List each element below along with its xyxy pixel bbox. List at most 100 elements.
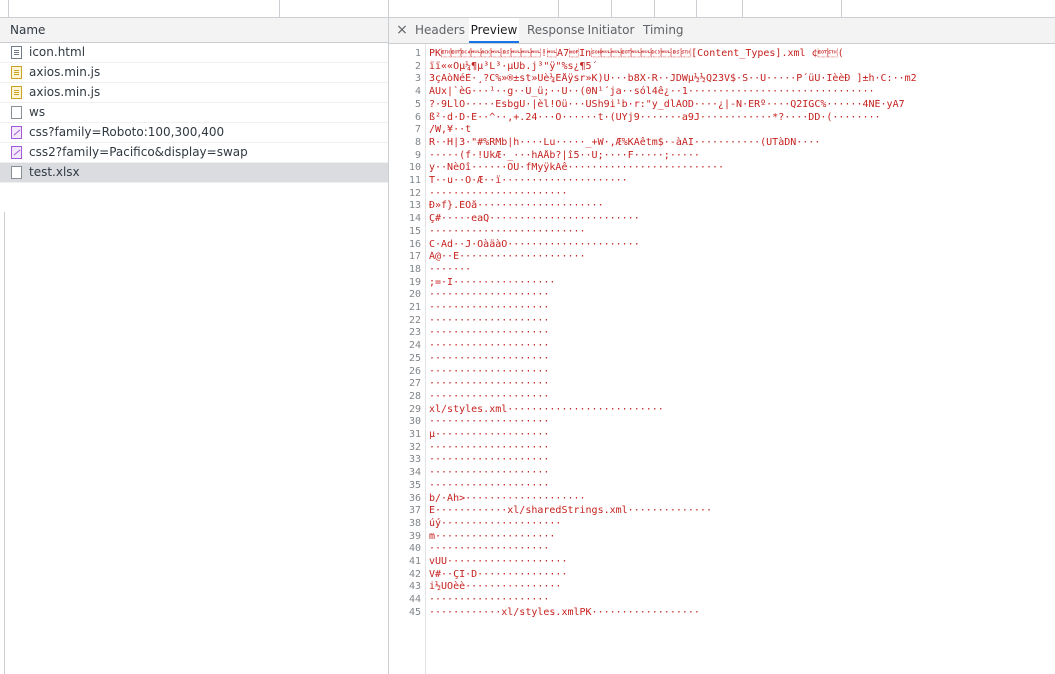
line-number: 12 — [408, 187, 421, 199]
tab-response[interactable]: Response — [527, 18, 585, 43]
response-line: ···················· — [429, 289, 550, 301]
request-row-test-xlsx[interactable]: test.xlsx — [0, 163, 388, 183]
js-file-icon — [11, 66, 22, 79]
line-number: 40 — [408, 543, 421, 555]
line-number: 5 — [414, 98, 421, 110]
toolbar-divider — [742, 0, 743, 17]
tab-initiator[interactable]: Initiator — [587, 18, 635, 43]
list-gutter-line — [4, 212, 5, 674]
request-row-icon-html[interactable]: icon.html — [0, 43, 388, 63]
response-line: PK     ! A7Ïn     [Content_Ty… — [429, 48, 844, 59]
name-column-header[interactable]: Name — [0, 18, 388, 43]
response-line: ···················· — [429, 594, 550, 606]
response-line: vÚÛ···················· — [429, 556, 568, 567]
response-line: ?·9LlÒ·····EsbgU·|èl!Òü···USh9i¹b·r:"y_d… — [429, 98, 905, 110]
line-number: 27 — [408, 378, 421, 390]
line-number: 34 — [408, 467, 421, 479]
request-row-css-roboto[interactable]: css?family=Roboto:100,300,400 — [0, 123, 388, 143]
top-toolbar-strip — [0, 0, 1055, 18]
response-line: R··H|3·"#%RMb|h····Lu·····_+W·,Æ%KÀêtm$·… — [429, 136, 821, 148]
response-line: ·························· — [429, 225, 586, 237]
response-line: V#··ÇI·D··············· — [429, 568, 568, 580]
response-line: ·····(f·!UkÆ·_···hAÅb?|î5··U;····F·····;… — [429, 149, 700, 161]
response-line: ···················· — [429, 416, 550, 428]
response-line: ······················· — [429, 187, 568, 199]
response-line: ···················· — [429, 479, 550, 491]
toolbar-divider — [654, 0, 655, 17]
response-line: T··u··Ö·Æ··ï····················· — [429, 175, 628, 186]
line-number: 37 — [408, 505, 421, 517]
request-detail-pane: × Headers Preview Response Initiator Tim… — [389, 18, 1055, 674]
line-number: 22 — [408, 314, 421, 326]
line-number: 14 — [408, 213, 421, 225]
response-line: ···················· — [429, 441, 550, 453]
detail-tab-bar: × Headers Preview Response Initiator Tim… — [389, 18, 1055, 44]
toolbar-divider — [841, 0, 842, 17]
line-number: 31 — [408, 429, 421, 440]
tab-timing[interactable]: Timing — [643, 18, 684, 43]
toolbar-divider — [8, 0, 9, 17]
response-line: ···················· — [429, 365, 550, 377]
request-row-ws[interactable]: ws — [0, 103, 388, 123]
response-line: ß²·d·D·E··^··,+.24···Ö······t·(UYj9·····… — [429, 111, 881, 123]
toolbar-divider — [611, 0, 612, 17]
tab-headers[interactable]: Headers — [415, 18, 465, 43]
response-line: ···················· — [429, 340, 550, 352]
line-number: 26 — [408, 365, 421, 377]
line-number: 20 — [408, 289, 421, 301]
xlsx-file-icon — [11, 166, 22, 179]
line-number: 36 — [408, 492, 421, 504]
response-line: Á@··E····················· — [429, 251, 586, 263]
line-number: 15 — [408, 225, 421, 237]
toolbar-divider — [388, 0, 389, 17]
toolbar-divider — [696, 0, 697, 17]
response-line: ······· — [429, 263, 472, 275]
response-line: ···················· — [429, 390, 550, 402]
response-line: ···················· — [429, 302, 550, 313]
response-line: m···················· — [429, 530, 556, 542]
response-line: ïï««Óµ¼¶µ³L³·µUb.j³"ÿ"%s¿¶5´ — [429, 60, 598, 72]
line-number: 1 — [414, 48, 421, 59]
close-icon[interactable]: × — [395, 18, 409, 43]
line-number: 7 — [414, 124, 421, 136]
toolbar-divider — [279, 0, 280, 17]
line-number: 44 — [408, 594, 421, 606]
response-line: y··NèOî······ÕU·fMyÿkÄê·················… — [429, 162, 725, 174]
line-number: 17 — [408, 251, 421, 263]
response-line: ···················· — [429, 327, 550, 339]
request-name: ws — [29, 105, 46, 119]
response-line: ············xl/styles.xmlPK·············… — [429, 606, 700, 618]
response-line: Ð»f}.ÈÖå····················· — [429, 200, 604, 212]
line-number: 25 — [408, 352, 421, 364]
response-line: b/·Äh>···················· — [429, 492, 586, 504]
line-number: 6 — [414, 111, 421, 123]
response-line: 3çÄòNéÈ·¸?C%»®±st»Ùè¼ÈÅÿsr»K)U···b8X·R··… — [429, 73, 917, 85]
line-number: 45 — [408, 606, 421, 618]
tab-preview[interactable]: Preview — [469, 18, 519, 43]
response-preview[interactable]: 1 2 3 4 5 6 7 8 9 10 11 12 13 14 15 16 17 18 19 20 21 22 23 24 2… — [389, 44, 1055, 674]
response-line: ···················· — [429, 543, 550, 555]
request-row-css2-pacifico[interactable]: css2?family=Pacifico&display=swap — [0, 143, 388, 163]
line-number: 24 — [408, 340, 421, 352]
request-name: axios.min.js — [29, 65, 101, 79]
request-row-axios-min-js-2[interactable]: axios.min.js — [0, 83, 388, 103]
response-line: ···················· — [429, 314, 550, 326]
response-line: ···················· — [429, 352, 550, 364]
line-number: 39 — [408, 530, 421, 542]
response-line: /W,¥··t — [429, 124, 472, 136]
request-name: css?family=Roboto:100,300,400 — [29, 125, 225, 139]
line-number: 38 — [408, 517, 421, 529]
request-name: css2?family=Pacifico&display=swap — [29, 145, 248, 159]
line-number: 21 — [408, 302, 421, 313]
line-number: 28 — [408, 390, 421, 402]
line-number: 18 — [408, 263, 421, 275]
html-file-icon — [11, 46, 22, 59]
response-line: ;=·I················· — [429, 276, 556, 288]
line-number: 32 — [408, 441, 421, 453]
line-number: 35 — [408, 479, 421, 491]
response-line: úý···················· — [429, 517, 562, 529]
line-number: 33 — [408, 454, 421, 466]
line-number: 41 — [408, 556, 421, 567]
line-number: 19 — [408, 276, 421, 288]
request-row-axios-min-js[interactable]: axios.min.js — [0, 63, 388, 83]
